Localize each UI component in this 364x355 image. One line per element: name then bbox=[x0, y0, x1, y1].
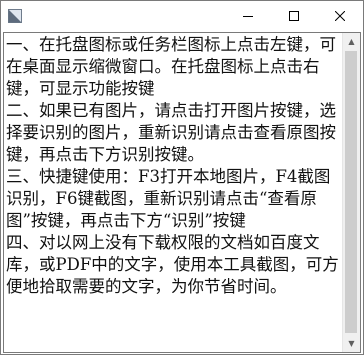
minimize-button[interactable] bbox=[225, 1, 271, 31]
title-bar[interactable] bbox=[1, 1, 363, 31]
close-button[interactable] bbox=[317, 1, 363, 31]
scroll-up-arrow-icon[interactable]: ▲ bbox=[343, 33, 360, 50]
scroll-down-arrow-icon[interactable]: ▼ bbox=[343, 335, 360, 352]
recognized-text[interactable]: 一、在托盘图标或任务栏图标上点击左键，可在桌面显示缩微窗口。在托盘图标上点击右键… bbox=[6, 34, 341, 298]
app-icon bbox=[8, 9, 22, 23]
close-icon bbox=[335, 11, 345, 21]
vertical-scrollbar[interactable]: ▲ ▼ bbox=[342, 33, 360, 352]
maximize-button[interactable] bbox=[271, 1, 317, 31]
scrollbar-thumb[interactable] bbox=[345, 51, 357, 333]
text-area[interactable]: 一、在托盘图标或任务栏图标上点击左键，可在桌面显示缩微窗口。在托盘图标上点击右键… bbox=[3, 32, 361, 353]
maximize-icon bbox=[289, 11, 299, 21]
minimize-icon bbox=[243, 16, 253, 17]
app-window: 一、在托盘图标或任务栏图标上点击左键，可在桌面显示缩微窗口。在托盘图标上点击右键… bbox=[0, 0, 364, 355]
